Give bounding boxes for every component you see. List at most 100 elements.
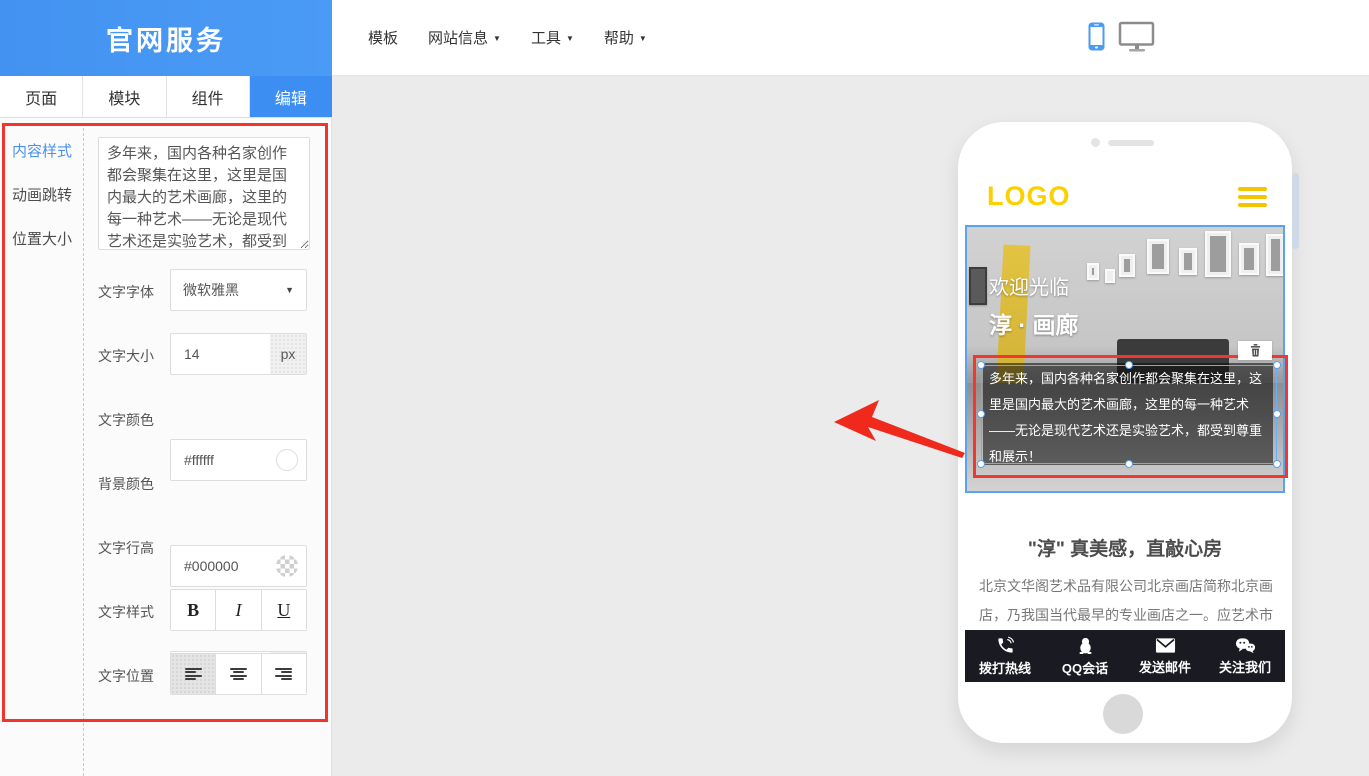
mobile-preview-icon[interactable] xyxy=(1087,21,1106,52)
nav-item-tools[interactable]: 工具 ▼ xyxy=(531,27,574,48)
tab-components[interactable]: 组件 xyxy=(167,76,250,117)
preview-site-header: LOGO xyxy=(965,168,1285,225)
content-text-input[interactable]: 多年来，国内各种名家创作都会聚集在这里，这里是国内最大的艺术画廊，这里的每一种艺… xyxy=(98,137,310,250)
preview-scrollbar-thumb[interactable] xyxy=(1292,173,1299,249)
sidebar-item-position-size[interactable]: 位置大小 xyxy=(12,228,78,249)
field-label-font-size: 文字大小 xyxy=(98,346,154,366)
mail-icon xyxy=(1155,637,1176,654)
desktop-preview-icon[interactable] xyxy=(1118,21,1156,52)
site-logo: LOGO xyxy=(987,181,1071,212)
toolbar-item-label: 关注我们 xyxy=(1219,657,1271,676)
annotation-arrow xyxy=(826,396,968,462)
section-heading: "淳" 真美感，直敲心房 xyxy=(965,534,1285,561)
nav-item-label: 帮助 xyxy=(604,27,634,48)
tab-label: 编辑 xyxy=(275,85,307,109)
panel-divider xyxy=(83,123,84,776)
panel-tabbar: 页面 模块 组件 编辑 xyxy=(0,76,332,118)
gallery-frame xyxy=(1205,231,1231,277)
font-family-select[interactable]: 微软雅黑 ▼ xyxy=(170,269,307,311)
field-label-font-family: 文字字体 xyxy=(98,282,154,302)
resize-handle-top-center[interactable] xyxy=(1125,361,1133,369)
contact-toolbar: 拨打热线 QQ会话 发送邮件 xyxy=(965,630,1285,682)
hamburger-menu-icon[interactable] xyxy=(1238,187,1267,211)
sidebar-item-animation-jump[interactable]: 动画跳转 xyxy=(12,184,78,205)
resize-handle-bottom-center[interactable] xyxy=(1125,460,1133,468)
bg-color-swatch[interactable] xyxy=(276,555,298,577)
delete-element-button[interactable] xyxy=(1238,341,1272,360)
gallery-frame xyxy=(1119,254,1135,277)
resize-handle-top-left[interactable] xyxy=(977,361,985,369)
tab-label: 模块 xyxy=(108,85,140,109)
align-center-icon xyxy=(230,668,247,681)
nav-item-template[interactable]: 模板 xyxy=(368,27,398,48)
phone-home-button xyxy=(1103,694,1143,734)
field-label-line-height: 文字行高 xyxy=(98,538,154,558)
banner-welcome-text: 欢迎光临 xyxy=(989,271,1069,300)
align-center-button[interactable] xyxy=(216,654,261,694)
align-right-icon xyxy=(275,668,292,681)
tab-label: 组件 xyxy=(192,85,224,109)
gallery-frame xyxy=(1087,263,1099,280)
tab-modules[interactable]: 模块 xyxy=(83,76,166,117)
toolbar-item-qq-chat[interactable]: QQ会话 xyxy=(1045,630,1125,682)
chevron-down-icon: ▼ xyxy=(566,34,574,43)
resize-handle-bottom-right[interactable] xyxy=(1273,460,1281,468)
font-style-group: B I U xyxy=(170,589,307,631)
gallery-frame xyxy=(1105,269,1115,283)
phone-call-icon xyxy=(996,636,1015,655)
gallery-frame xyxy=(1147,239,1169,274)
trash-icon xyxy=(1250,344,1261,357)
font-color-input[interactable]: #ffffff xyxy=(170,439,307,481)
bg-color-value: #000000 xyxy=(184,558,239,574)
device-preview-toggle xyxy=(1087,21,1156,52)
brand-header: 官网服务 xyxy=(0,0,332,76)
font-size-unit: px xyxy=(270,334,306,374)
bold-button[interactable]: B xyxy=(171,590,216,630)
tab-edit[interactable]: 编辑 xyxy=(250,76,332,117)
phone-speaker-bar xyxy=(1108,140,1154,146)
nav-item-label: 网站信息 xyxy=(428,27,488,48)
resize-handle-middle-right[interactable] xyxy=(1273,410,1281,418)
phone-camera-dot xyxy=(1091,138,1100,147)
chevron-down-icon: ▼ xyxy=(639,34,647,43)
gallery-frame xyxy=(1239,243,1259,275)
bg-color-input[interactable]: #000000 xyxy=(170,545,307,587)
selection-bounding-box[interactable] xyxy=(981,365,1277,464)
toolbar-item-label: QQ会话 xyxy=(1062,658,1108,677)
website-builder-app: 官网服务 模板 网站信息 ▼ 工具 ▼ 帮助 ▼ xyxy=(0,0,1369,776)
field-label-bg-color: 背景颜色 xyxy=(98,474,154,494)
chevron-down-icon: ▼ xyxy=(493,34,501,43)
section-paragraph: 北京文华阁艺术品有限公司北京画店简称北京画店，乃我国当代最早的专业画店之一。应艺… xyxy=(979,572,1273,630)
italic-button[interactable]: I xyxy=(216,590,261,630)
brand-title: 官网服务 xyxy=(106,19,226,58)
nav-item-site-info[interactable]: 网站信息 ▼ xyxy=(428,27,501,48)
align-right-button[interactable] xyxy=(262,654,306,694)
toolbar-item-label: 发送邮件 xyxy=(1139,657,1191,676)
underline-button[interactable]: U xyxy=(262,590,306,630)
resize-handle-top-right[interactable] xyxy=(1273,361,1281,369)
top-navigation: 模板 网站信息 ▼ 工具 ▼ 帮助 ▼ xyxy=(332,0,1369,76)
resize-handle-bottom-left[interactable] xyxy=(977,460,985,468)
tab-pages[interactable]: 页面 xyxy=(0,76,83,117)
resize-handle-middle-left[interactable] xyxy=(977,410,985,418)
toolbar-item-label: 拨打热线 xyxy=(979,658,1031,677)
banner-title-text: 淳 · 画廊 xyxy=(989,306,1078,340)
font-color-swatch[interactable] xyxy=(276,449,298,471)
toolbar-item-send-mail[interactable]: 发送邮件 xyxy=(1125,630,1205,682)
font-size-input[interactable]: 14 px xyxy=(170,333,307,375)
wechat-icon xyxy=(1235,636,1256,654)
nav-item-label: 模板 xyxy=(368,27,398,48)
edit-panel: 内容样式 动画跳转 位置大小 多年来，国内各种名家创作都会聚集在这里，这里是国内… xyxy=(0,118,332,776)
font-size-value: 14 xyxy=(184,346,200,362)
field-label-font-style: 文字样式 xyxy=(98,602,154,622)
align-left-icon xyxy=(185,668,202,681)
toolbar-item-follow-us[interactable]: 关注我们 xyxy=(1205,630,1285,682)
gallery-frame xyxy=(1179,248,1197,275)
toolbar-item-hotline[interactable]: 拨打热线 xyxy=(965,630,1045,682)
qq-icon xyxy=(1076,636,1095,655)
nav-item-help[interactable]: 帮助 ▼ xyxy=(604,27,647,48)
font-family-value: 微软雅黑 xyxy=(183,280,239,300)
align-left-button[interactable] xyxy=(171,654,216,694)
sidebar-item-content-style[interactable]: 内容样式 xyxy=(12,140,78,161)
gallery-frame xyxy=(1266,234,1285,276)
